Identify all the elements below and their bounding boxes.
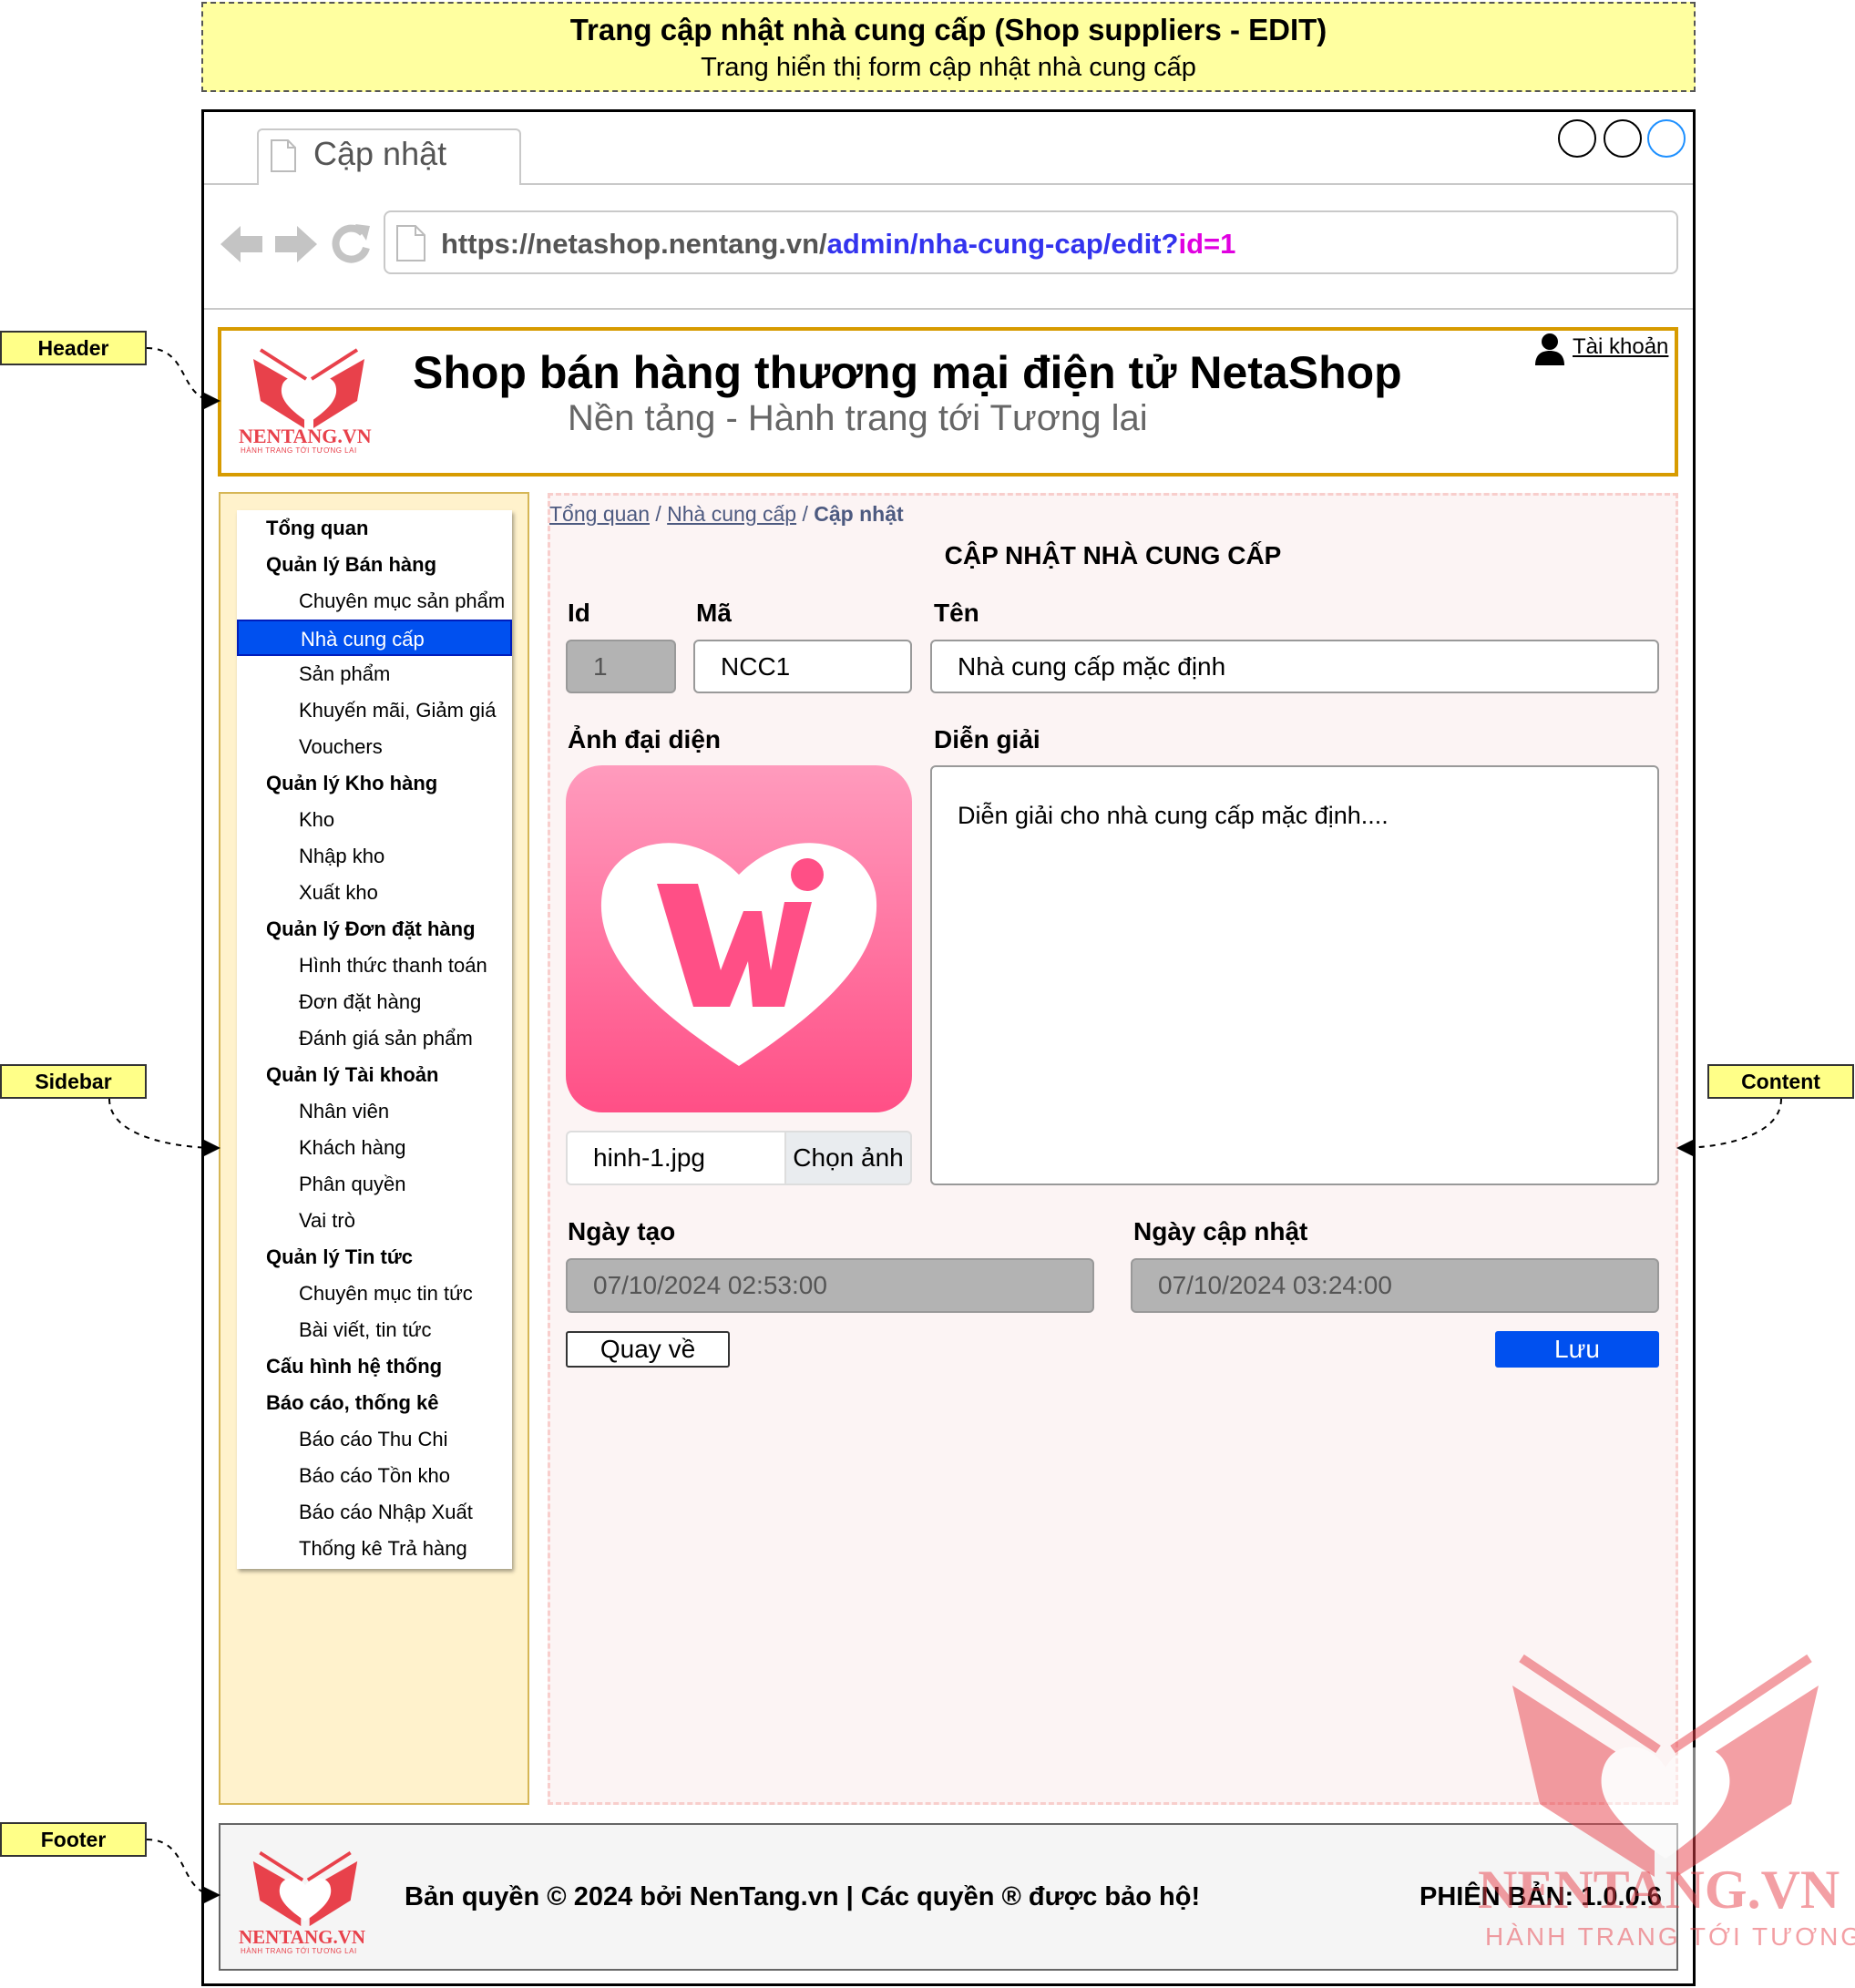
description-label: Diễn giải — [934, 725, 1040, 753]
sidebar-item[interactable]: Xuất kho — [237, 875, 512, 911]
sidebar-item[interactable]: Quản lý Tài khoản — [237, 1057, 512, 1093]
sidebar-item[interactable]: Báo cáo Tồn kho — [237, 1458, 512, 1494]
note-subtitle: Trang hiển thị form cập nhật nhà cung cấ… — [701, 53, 1196, 82]
sidebar-item[interactable]: Bài viết, tin tức — [237, 1312, 512, 1348]
created-date-label: Ngày tạo — [568, 1217, 676, 1245]
user-icon[interactable] — [1534, 333, 1565, 365]
id-label: Id — [568, 599, 590, 627]
name-label: Tên — [934, 599, 979, 627]
back-arrow-icon[interactable] — [219, 220, 264, 268]
watermark-tagline: HÀNH TRANG TỚI TƯƠNG LAI — [1485, 1922, 1855, 1951]
avatar-label: Ảnh đại diện — [568, 725, 721, 753]
sidebar-item[interactable]: Kho — [237, 802, 512, 838]
breadcrumb-parent-link[interactable]: Nhà cung cấp — [667, 502, 796, 526]
sidebar-item[interactable]: Hình thức thanh toán — [237, 948, 512, 984]
forward-arrow-icon[interactable] — [273, 220, 319, 268]
sidebar-item[interactable]: Chuyên mục sản phẩm — [237, 583, 512, 620]
sidebar-item[interactable]: Thống kê Trả hàng — [237, 1531, 512, 1567]
sidebar-item[interactable]: Vai trò — [237, 1203, 512, 1239]
logo-text: NENTANG.VN — [239, 425, 372, 447]
code-input[interactable]: NCC1 — [693, 640, 912, 693]
site-title: Shop bán hàng thương mại điện tử NetaSho… — [413, 347, 1402, 398]
sidebar-item[interactable]: Báo cáo Thu Chi — [237, 1421, 512, 1458]
sidebar-item[interactable]: Cấu hình hệ thống — [237, 1348, 512, 1385]
sidebar-item[interactable]: Quản lý Tin tức — [237, 1239, 512, 1276]
updated-date-label: Ngày cập nhật — [1133, 1217, 1308, 1245]
back-button[interactable]: Quay về — [566, 1331, 730, 1368]
sidebar-item[interactable]: Quản lý Đơn đặt hàng — [237, 911, 512, 948]
file-name-field: hinh-1.jpg — [566, 1131, 784, 1185]
logo-tagline: HÀNH TRANG TỚI TƯƠNG LAI — [241, 446, 357, 455]
created-date-field: 07/10/2024 02:53:00 — [566, 1258, 1094, 1313]
avatar-image — [566, 765, 912, 1112]
close-button[interactable] — [1647, 119, 1686, 158]
description-textarea[interactable]: Diễn giải cho nhà cung cấp mặc định.... — [930, 765, 1659, 1185]
sidebar-item[interactable]: Vouchers — [237, 729, 512, 765]
watermark-text: NENTANG.VN — [1478, 1860, 1840, 1920]
copyright-text: Bản quyền © 2024 bởi NenTang.vn | Các qu… — [405, 1882, 1201, 1911]
sidebar-item[interactable]: Quản lý Kho hàng — [237, 765, 512, 802]
sidebar-item[interactable]: Nhân viên — [237, 1093, 512, 1130]
updated-date-field: 07/10/2024 03:24:00 — [1131, 1258, 1659, 1313]
tab-label: Cập nhật — [313, 135, 447, 172]
footer-logo-book-heart-icon — [252, 1850, 358, 1927]
sidebar-item[interactable]: Nhà cung cấp — [237, 620, 512, 656]
breadcrumb-home-link[interactable]: Tổng quan — [549, 502, 650, 526]
site-subtitle: Nền tảng - Hành trang tới Tương lai — [568, 398, 1148, 438]
sidebar-item[interactable]: Nhập kho — [237, 838, 512, 875]
logo-book-heart-icon[interactable] — [248, 343, 370, 430]
sidebar-item[interactable]: Báo cáo, thống kê — [237, 1385, 512, 1421]
footer-logo-text: NENTANG.VN — [239, 1926, 366, 1948]
breadcrumb: Tổng quan / Nhà cung cấp / Cập nhật — [549, 502, 904, 526]
url-text: https://netashop.nentang.vn/admin/nha-cu… — [441, 228, 1236, 260]
sidebar-item[interactable]: Đơn đặt hàng — [237, 984, 512, 1020]
reload-icon[interactable] — [328, 220, 374, 268]
sidebar-item[interactable]: Chuyên mục tin tức — [237, 1276, 512, 1312]
choose-image-button[interactable]: Chọn ảnh — [784, 1131, 912, 1185]
page-description-note: Trang cập nhật nhà cung cấp (Shop suppli… — [201, 2, 1696, 92]
footer-callout: Footer — [0, 1822, 147, 1857]
breadcrumb-current: Cập nhật — [814, 502, 904, 526]
sidebar-menu: Tổng quan Quản lý Bán hàng Chuyên mục sản … — [237, 510, 512, 1569]
id-field: 1 — [566, 640, 676, 693]
sidebar-item[interactable]: Sản phẩm — [237, 656, 512, 692]
content-callout: Content — [1707, 1064, 1854, 1099]
save-button[interactable]: Lưu — [1495, 1331, 1659, 1368]
header-callout: Header — [0, 331, 147, 365]
name-input[interactable]: Nhà cung cấp mặc định — [930, 640, 1659, 693]
maximize-button[interactable] — [1604, 119, 1642, 158]
page-icon — [396, 225, 425, 261]
page-icon — [271, 139, 296, 172]
sidebar-item[interactable]: Tổng quan — [237, 510, 512, 547]
sidebar-item[interactable]: Khách hàng — [237, 1130, 512, 1166]
minimize-button[interactable] — [1558, 119, 1596, 158]
form-title: CẬP NHẬT NHÀ CUNG CẤP — [944, 541, 1282, 569]
sidebar-item[interactable]: Báo cáo Nhập Xuất — [237, 1494, 512, 1531]
footer-logo-tagline: HÀNH TRANG TỚI TƯƠNG LAI — [241, 1947, 357, 1955]
sidebar-item[interactable]: Phân quyền — [237, 1166, 512, 1203]
code-label: Mã — [696, 599, 732, 627]
note-title: Trang cập nhật nhà cung cấp (Shop suppli… — [569, 13, 1327, 46]
sidebar-item[interactable]: Khuyến mãi, Giảm giá — [237, 692, 512, 729]
sidebar-item[interactable]: Đánh giá sản phẩm — [237, 1020, 512, 1057]
sidebar-callout: Sidebar — [0, 1064, 147, 1099]
account-link[interactable]: Tài khoản — [1573, 334, 1668, 360]
sidebar-item[interactable]: Quản lý Bán hàng — [237, 547, 512, 583]
